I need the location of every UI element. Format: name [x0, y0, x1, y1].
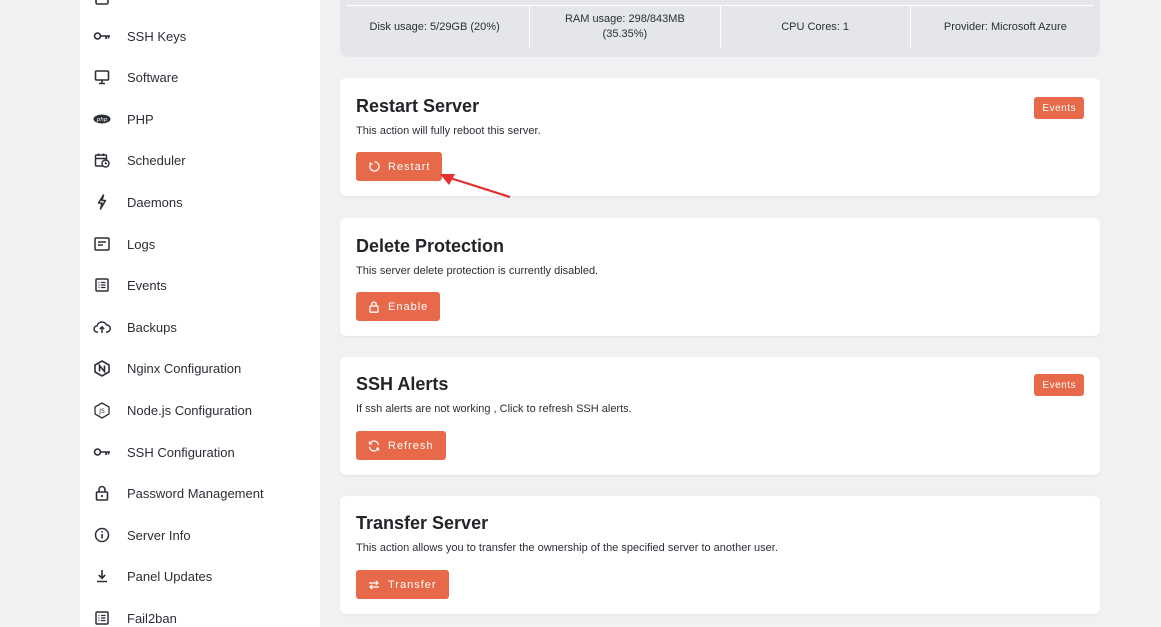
sidebar-item-label: Logs — [127, 236, 156, 252]
refresh-button[interactable]: Refresh — [356, 431, 446, 460]
sidebar-item-password-management[interactable]: Password Management — [80, 473, 320, 513]
card-title: Restart Server — [356, 96, 480, 116]
server-stats-bar: Disk usage: 5/29GB (20%) RAM usage: 298/… — [340, 0, 1100, 57]
stats-divider — [346, 5, 1094, 6]
card-title: Delete Protection — [356, 236, 505, 256]
svg-text:php: php — [96, 117, 108, 123]
sidebar-item-fail2ban[interactable]: Fail2ban — [80, 598, 320, 627]
php-icon: php — [93, 110, 111, 128]
button-label: Refresh — [388, 439, 434, 452]
sidebar-item-label: Backups — [127, 319, 177, 335]
sidebar-item-software[interactable]: Software — [80, 57, 320, 97]
sidebar-item-scheduler[interactable]: Scheduler — [80, 140, 320, 180]
button-label: Transfer — [388, 578, 437, 591]
sidebar-item-label: PHP — [127, 111, 154, 127]
sidebar-item-ssh-keys[interactable]: SSH Keys — [80, 16, 320, 56]
sidebar-item-label: Daemons — [127, 194, 183, 210]
calendar-clock-icon — [93, 151, 111, 169]
swap-arrows-icon — [368, 579, 380, 591]
disk-usage-stat: Disk usage: 5/29GB (20%) — [369, 20, 500, 33]
sidebar-item-label: Fail2ban — [127, 610, 177, 626]
sidebar-item-php[interactable]: php PHP — [80, 99, 320, 139]
sidebar-item-events[interactable]: Events — [80, 265, 320, 305]
list-icon — [93, 276, 111, 294]
bolt-icon — [93, 193, 111, 211]
sidebar-item-logs[interactable]: Logs — [80, 224, 320, 264]
nodejs-icon: JS — [93, 401, 111, 419]
transfer-button[interactable]: Transfer — [356, 570, 449, 599]
provider-label: Provider: — [943, 20, 988, 33]
refresh-icon — [368, 439, 380, 452]
power-icon — [368, 161, 380, 173]
sidebar-item-panel-updates[interactable]: Panel Updates — [80, 556, 320, 596]
logs-icon — [93, 235, 111, 253]
svg-text:JS: JS — [98, 408, 105, 415]
lock-icon — [93, 484, 111, 502]
main-content: Disk usage: 5/29GB (20%) RAM usage: 298/… — [320, 0, 1161, 627]
card-title: SSH Alerts — [356, 374, 449, 394]
sidebar-item-label: Scheduler — [127, 152, 186, 168]
events-badge[interactable]: Events — [1034, 374, 1084, 396]
list-icon — [93, 609, 111, 627]
sidebar-item-server-info[interactable]: Server Info — [80, 515, 320, 555]
sidebar-item-label: Panel Updates — [127, 568, 213, 584]
delete-protection-card: Delete Protection This server delete pro… — [340, 218, 1100, 336]
sidebar-item-label: Password Management — [127, 485, 264, 501]
nginx-icon — [93, 359, 111, 377]
events-badge[interactable]: Events — [1034, 97, 1084, 119]
lock-icon — [368, 300, 380, 313]
list-icon — [93, 0, 111, 7]
info-icon — [93, 526, 111, 544]
ram-usage-stat: RAM usage: 298/843MB (35.35%) — [529, 6, 719, 48]
sidebar-item-label: Server Info — [127, 527, 191, 543]
key-icon — [93, 27, 111, 45]
restart-button[interactable]: Restart — [356, 152, 443, 181]
monitor-icon — [93, 68, 111, 86]
card-description: This action will fully reboot this serve… — [356, 125, 541, 137]
cpu-cores-stat: CPU Cores: 1 — [719, 6, 910, 48]
sidebar: SSH Keys Software php PHP Scheduler Daem… — [80, 0, 320, 627]
card-title: Transfer Server — [356, 513, 489, 533]
ssh-alerts-card: SSH Alerts If ssh alerts are not working… — [340, 357, 1100, 475]
enable-button[interactable]: Enable — [356, 292, 441, 321]
sidebar-item-label: Nginx Configuration — [127, 360, 242, 376]
sidebar-item-label: SSH Configuration — [127, 444, 235, 460]
card-description: This action allows you to transfer the o… — [356, 542, 778, 554]
sidebar-item-backups[interactable]: Backups — [80, 307, 320, 347]
sidebar-item-label: Node.js Configuration — [127, 402, 253, 418]
card-description: This server delete protection is current… — [356, 265, 599, 277]
provider-stat: Provider: Microsoft Azure — [909, 6, 1100, 48]
download-icon — [93, 567, 111, 585]
sidebar-item-ssh-configuration[interactable]: SSH Configuration — [80, 432, 320, 472]
button-label: Enable — [388, 300, 429, 313]
sidebar-item-nginx-configuration[interactable]: Nginx Configuration — [80, 348, 320, 388]
sidebar-item-label: Software — [127, 69, 179, 85]
provider-value: Microsoft Azure — [991, 20, 1067, 33]
cloud-upload-icon — [93, 318, 111, 336]
key-icon — [93, 443, 111, 461]
sidebar-item-nodejs-configuration[interactable]: JS Node.js Configuration — [80, 390, 320, 430]
sidebar-item-label: SSH Keys — [127, 28, 187, 44]
button-label: Restart — [388, 160, 431, 173]
sidebar-item-daemons[interactable]: Daemons — [80, 182, 320, 222]
restart-server-card: Restart Server This action will fully re… — [340, 78, 1100, 196]
transfer-server-card: Transfer Server This action allows you t… — [340, 496, 1100, 614]
sidebar-item-label: Events — [127, 277, 167, 293]
card-description: If ssh alerts are not working , Click to… — [356, 403, 632, 415]
